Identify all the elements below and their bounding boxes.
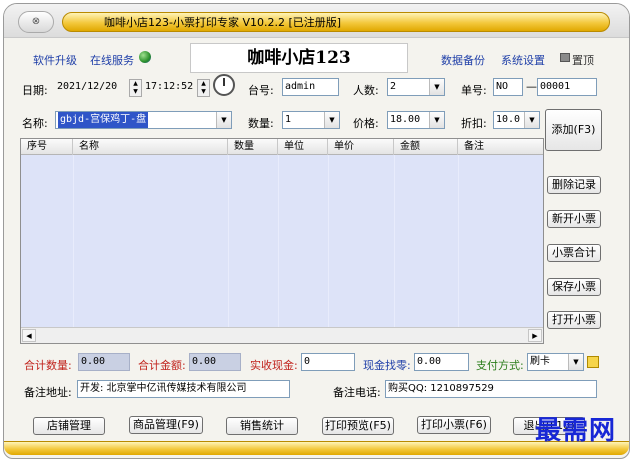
col-unit[interactable]: 单位: [278, 139, 328, 155]
time-spinner[interactable]: ▲ ▼: [197, 79, 210, 97]
col-amount[interactable]: 金额: [394, 139, 458, 155]
items-table[interactable]: 序号 名称 数量 单位 单价 金额 备注 ◀ ▶: [20, 138, 544, 344]
order-no-label: 单号:: [461, 84, 487, 97]
item-name-select[interactable]: gbjd-宫保鸡丁-盘 ▼: [55, 111, 232, 129]
people-label: 人数:: [353, 84, 379, 97]
goods-management-button[interactable]: 商品管理(F9): [129, 416, 203, 434]
column-divider: [394, 155, 395, 327]
note-phone-input[interactable]: 购买QQ: 1210897529: [385, 380, 597, 398]
system-settings-link[interactable]: 系统设置: [501, 52, 545, 68]
table-header: 序号 名称 数量 单位 单价 金额 备注: [21, 139, 543, 155]
total-qty-label: 合计数量:: [24, 359, 72, 372]
always-on-top-link[interactable]: 置顶: [572, 52, 594, 68]
title-bar: ⊗ 咖啡小店123-小票打印专家 V10.2.2 [已注册版]: [4, 4, 629, 38]
print-receipt-button[interactable]: 打印小票(F6): [417, 416, 491, 434]
total-amount-label: 合计金额:: [138, 359, 186, 372]
pay-method-label: 支付方式:: [476, 359, 524, 372]
item-name-label: 名称:: [22, 117, 48, 130]
globe-icon: [139, 51, 151, 63]
system-menu-icon[interactable]: ⊗: [18, 11, 54, 33]
column-divider: [328, 155, 329, 327]
watermark-text: 最需网: [535, 416, 617, 446]
stopwatch-hand: [223, 78, 225, 86]
cash-label: 实收现金:: [250, 359, 298, 372]
column-divider: [458, 155, 459, 327]
store-management-button[interactable]: 店铺管理: [33, 417, 105, 435]
chevron-down-icon[interactable]: ▼: [524, 112, 539, 128]
note-address-label: 备注地址:: [24, 386, 72, 399]
order-no-input[interactable]: 00001: [537, 78, 597, 96]
chevron-down-icon[interactable]: ▼: [429, 79, 444, 95]
date-field[interactable]: 2021/12/20: [55, 79, 129, 97]
total-qty-value: 0.00: [78, 353, 130, 371]
note-phone-label: 备注电话:: [333, 386, 381, 399]
window-title: 咖啡小店123-小票打印专家 V10.2.2 [已注册版]: [104, 16, 342, 29]
price-label: 价格:: [353, 117, 379, 130]
shop-name: 咖啡小店123: [190, 43, 408, 73]
change-label: 现金找零:: [363, 359, 411, 372]
date-spinner[interactable]: ▲ ▼: [129, 79, 142, 97]
horizontal-scrollbar[interactable]: ◀ ▶: [21, 327, 543, 343]
chevron-down-icon[interactable]: ▼: [568, 354, 583, 370]
people-value: 2: [390, 81, 397, 92]
pin-icon: [560, 53, 570, 62]
col-name[interactable]: 名称: [73, 139, 228, 155]
price-value: 18.00: [390, 114, 421, 125]
col-remark[interactable]: 备注: [458, 139, 543, 155]
table-no-input[interactable]: admin: [282, 78, 339, 96]
column-divider: [278, 155, 279, 327]
total-amount-value: 0.00: [189, 353, 241, 371]
discount-value: 10.0: [496, 114, 521, 125]
sales-statistics-button[interactable]: 销售统计: [226, 417, 298, 435]
people-select[interactable]: 2 ▼: [387, 78, 445, 96]
new-receipt-button[interactable]: 新开小票: [547, 210, 601, 228]
pay-method-value: 刷卡: [530, 356, 550, 367]
column-divider: [73, 155, 74, 327]
price-select[interactable]: 18.00 ▼: [387, 111, 445, 129]
scroll-right-icon[interactable]: ▶: [528, 329, 542, 342]
qty-value: 1: [285, 114, 292, 125]
chevron-down-icon[interactable]: ▼: [429, 112, 444, 128]
save-receipt-button[interactable]: 保存小票: [547, 278, 601, 296]
chevron-down-icon[interactable]: ▼: [216, 112, 231, 128]
qty-select[interactable]: 1 ▼: [282, 111, 340, 129]
order-prefix-field: NO: [493, 78, 523, 96]
delete-record-button[interactable]: 删除记录: [547, 176, 601, 194]
col-qty[interactable]: 数量: [228, 139, 278, 155]
scroll-left-icon[interactable]: ◀: [22, 329, 36, 342]
item-name-value: gbjd-宫保鸡丁-盘: [58, 112, 149, 128]
col-price[interactable]: 单价: [328, 139, 394, 155]
pay-method-icon[interactable]: [587, 356, 599, 368]
discount-label: 折扣:: [461, 117, 487, 130]
pay-method-select[interactable]: 刷卡 ▼: [527, 353, 584, 371]
upgrade-link[interactable]: 软件升级: [33, 52, 77, 68]
order-separator: —: [526, 80, 537, 93]
qty-label: 数量:: [248, 117, 274, 130]
date-label: 日期:: [22, 84, 48, 97]
data-backup-link[interactable]: 数据备份: [441, 52, 485, 68]
open-receipt-button[interactable]: 打开小票: [547, 311, 601, 329]
chevron-down-icon[interactable]: ▼: [324, 112, 339, 128]
discount-select[interactable]: 10.0 ▼: [493, 111, 540, 129]
print-preview-button[interactable]: 打印预览(F5): [322, 417, 394, 435]
receipt-total-button[interactable]: 小票合计: [547, 244, 601, 262]
col-index[interactable]: 序号: [21, 139, 73, 155]
column-divider: [228, 155, 229, 327]
add-button[interactable]: 添加(F3): [545, 109, 602, 151]
online-service-link[interactable]: 在线服务: [90, 52, 134, 68]
change-value: 0.00: [414, 353, 469, 371]
cash-input[interactable]: 0: [301, 353, 355, 371]
stopwatch-icon[interactable]: [213, 74, 235, 96]
note-address-input[interactable]: 开发: 北京掌中亿讯传媒技术有限公司: [77, 380, 290, 398]
table-no-label: 台号:: [248, 84, 274, 97]
time-field[interactable]: 17:12:52: [143, 79, 197, 97]
